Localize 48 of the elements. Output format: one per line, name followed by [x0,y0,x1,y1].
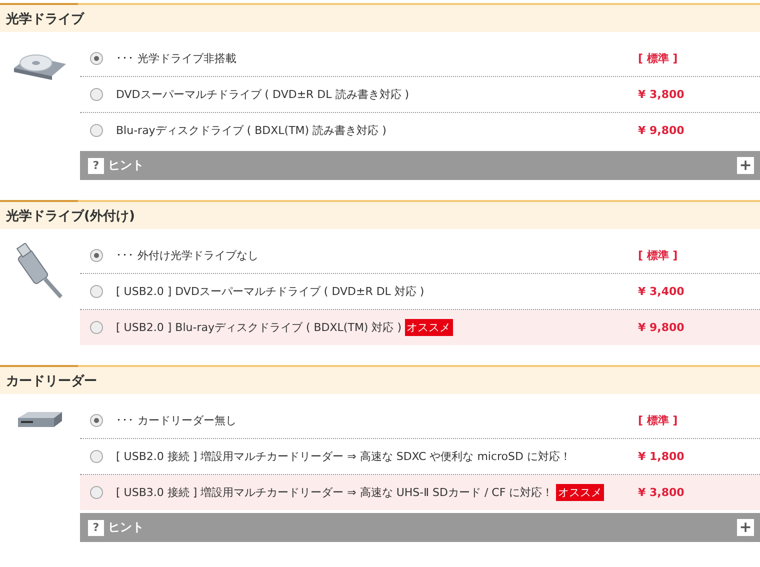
radio-button[interactable] [90,249,103,262]
option-label: DVDスーパーマルチドライブ ( DVD±R DL 読み書き対応 ) [116,87,410,102]
section-title: カードリーダー [0,365,760,394]
usb-cable-icon [15,243,65,299]
section-title: 光学ドライブ(外付け) [0,200,760,229]
option-label: ･･･ カードリーダー無し [116,413,236,428]
option-price: ¥ 9,800 [638,321,686,334]
expand-button[interactable]: + [737,519,754,536]
option-label: ･･･ 外付け光学ドライブなし [116,248,258,263]
option-price: ¥ 9,800 [638,124,686,137]
hint-bar[interactable]: ? ヒント + [80,151,760,180]
help-icon: ? [88,158,104,174]
option-row[interactable]: [ USB2.0 ] Blu-rayディスクドライブ ( BDXL(TM) 対応 ) オススメ ¥ 9,800 [80,310,760,345]
option-label: ･･･ 光学ドライブ非搭載 [116,51,236,66]
option-label: [ USB2.0 接続 ] 増設用マルチカードリーダー ⇒ 高速な SDXC や便利な microSD に対応！ [116,449,571,464]
option-price: [ 標準 ] [638,248,679,263]
option-price: ¥ 3,800 [638,88,686,101]
radio-button[interactable] [90,450,103,463]
hint-label: ヒント [108,519,144,536]
radio-button[interactable] [90,285,103,298]
option-label: Blu-rayディスクドライブ ( BDXL(TM) 読み書き対応 ) [116,123,386,138]
radio-button[interactable] [90,52,103,65]
hint-label: ヒント [108,157,144,174]
option-price: ¥ 3,400 [638,285,686,298]
option-row[interactable]: [ USB3.0 接続 ] 増設用マルチカードリーダー ⇒ 高速な UHS-Ⅱ SDカード / CF に対応！ オススメ ¥ 3,800 [80,475,760,510]
section-title: 光学ドライブ [0,3,760,32]
option-row[interactable]: ･･･ 光学ドライブ非搭載 [ 標準 ] [80,41,760,77]
radio-button[interactable] [90,486,103,499]
radio-button[interactable] [90,414,103,427]
recommended-tag: オススメ [556,484,604,501]
option-row[interactable]: ･･･ 外付け光学ドライブなし [ 標準 ] [80,238,760,274]
radio-button[interactable] [90,321,103,334]
option-price: [ 標準 ] [638,413,679,428]
recommended-tag: オススメ [404,319,453,336]
option-label: [ USB3.0 接続 ] 増設用マルチカードリーダー ⇒ 高速な UHS-Ⅱ SDカード / CF に対応！ [116,485,554,500]
option-row[interactable]: DVDスーパーマルチドライブ ( DVD±R DL 読み書き対応 ) ¥ 3,800 [80,77,760,113]
option-label: [ USB2.0 ] Blu-rayディスクドライブ ( BDXL(TM) 対応 ) [116,320,402,335]
option-row[interactable]: ･･･ カードリーダー無し [ 標準 ] [80,403,760,439]
radio-button[interactable] [90,124,103,137]
expand-button[interactable]: + [737,157,754,174]
hint-bar[interactable]: ? ヒント + [80,513,760,542]
radio-button[interactable] [90,88,103,101]
option-price: [ 標準 ] [638,51,679,66]
option-price: ¥ 3,800 [638,486,686,499]
option-row[interactable]: Blu-rayディスクドライブ ( BDXL(TM) 読み書き対応 ) ¥ 9,800 [80,113,760,148]
option-price: ¥ 1,800 [638,450,686,463]
option-label: [ USB2.0 ] DVDスーパーマルチドライブ ( DVD±R DL 対応 ) [116,284,424,299]
help-icon: ? [88,520,104,536]
